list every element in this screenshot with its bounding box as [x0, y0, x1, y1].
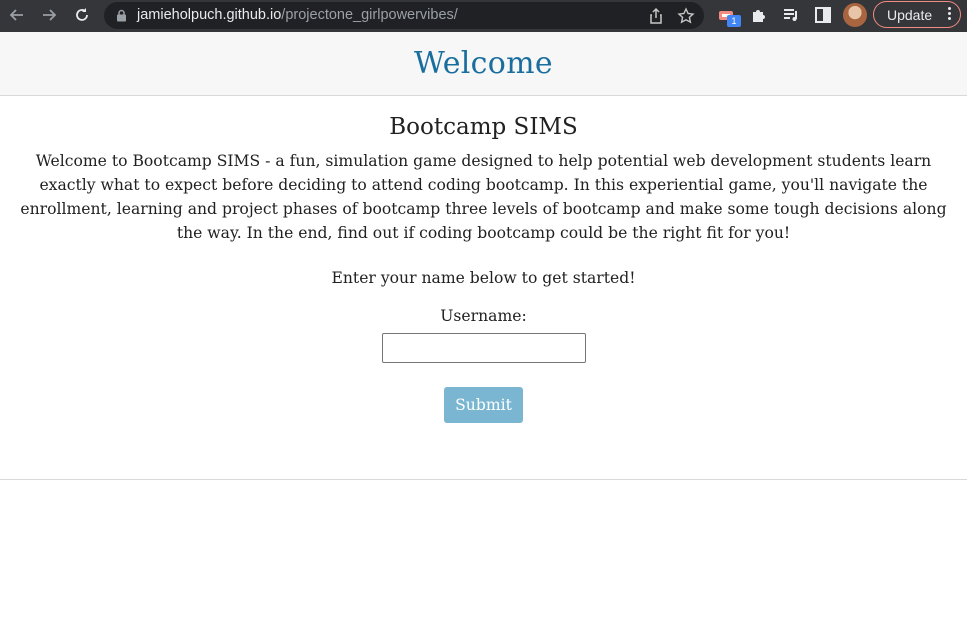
puzzle-icon[interactable] — [749, 5, 769, 25]
start-prompt: Enter your name below to get started! — [331, 269, 636, 287]
address-bar[interactable]: jamieholpuch.github.io/projectone_girlpo… — [104, 2, 704, 29]
update-button[interactable]: Update — [873, 1, 961, 28]
forward-arrow-icon[interactable] — [38, 4, 60, 26]
footer-divider — [0, 479, 967, 480]
page-header: Welcome — [0, 32, 967, 96]
back-arrow-icon[interactable] — [6, 4, 28, 26]
share-icon[interactable] — [647, 7, 665, 25]
update-label: Update — [887, 6, 933, 23]
main-content: Bootcamp SIMS Welcome to Bootcamp SIMS -… — [0, 96, 967, 423]
game-title: Bootcamp SIMS — [389, 114, 578, 140]
browser-toolbar: jamieholpuch.github.io/projectone_girlpo… — [0, 0, 967, 32]
url-path: /projectone_girlpowervibes/ — [281, 7, 458, 23]
submit-button[interactable]: Submit — [444, 387, 523, 423]
url-text[interactable]: jamieholpuch.github.io/projectone_girlpo… — [137, 7, 458, 23]
reload-icon[interactable] — [71, 4, 93, 26]
username-label-text: Username: — [440, 307, 527, 325]
star-icon[interactable] — [677, 7, 695, 25]
url-host: jamieholpuch.github.io — [137, 7, 282, 23]
side-panel-icon[interactable] — [813, 5, 833, 25]
username-input[interactable] — [381, 333, 586, 363]
intro-paragraph: Welcome to Bootcamp SIMS - a fun, simula… — [20, 152, 947, 242]
username-label: Username: — [0, 307, 967, 325]
profile-avatar[interactable] — [843, 3, 867, 27]
lock-icon[interactable] — [116, 9, 127, 22]
page-title: Welcome — [414, 46, 553, 81]
kebab-menu-icon[interactable] — [948, 7, 952, 21]
extension-badge: 1 — [727, 15, 741, 27]
media-icon[interactable] — [781, 5, 801, 25]
